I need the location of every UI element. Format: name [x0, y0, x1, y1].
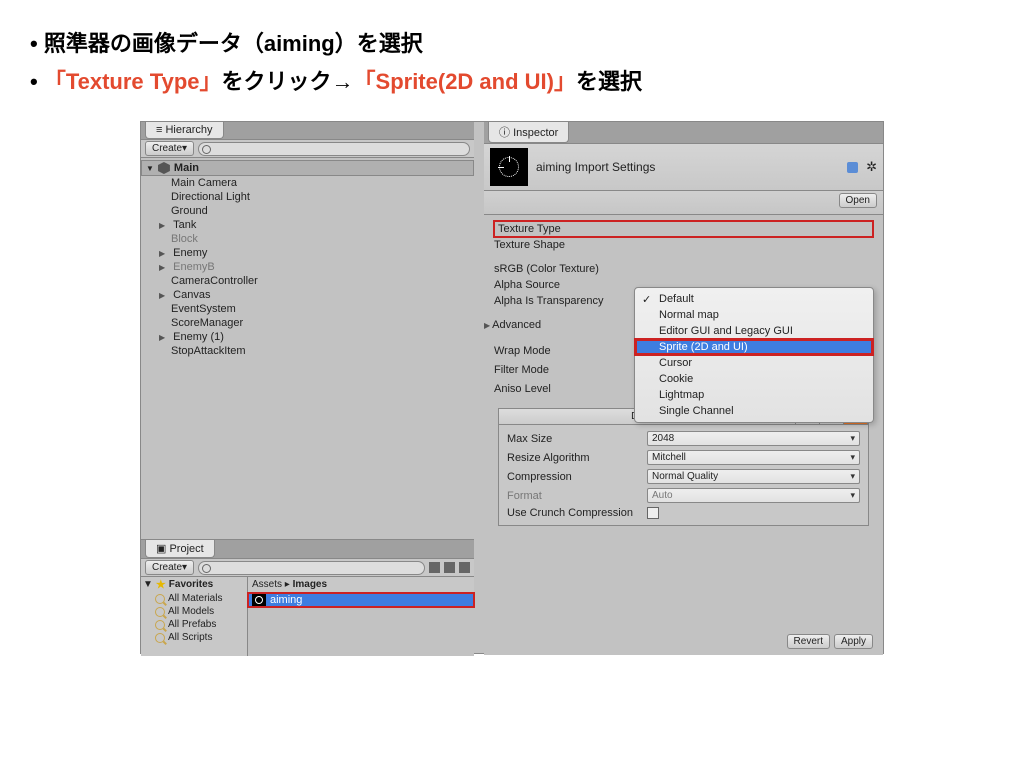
bullet-2-end: を選択: [576, 69, 642, 94]
search-icon: [155, 607, 165, 617]
revert-button[interactable]: Revert: [787, 634, 830, 649]
hierarchy-item[interactable]: Canvas: [141, 288, 474, 302]
menu-item-default[interactable]: Default: [635, 291, 873, 307]
project-panel: ▣ Project Create ▾ ▼★Favorites All Mater…: [141, 539, 474, 654]
hierarchy-item[interactable]: ScoreManager: [141, 316, 474, 330]
inspector-panel: ⓘ Inspector aiming Import Settings ✲ Ope…: [484, 122, 883, 655]
hierarchy-item[interactable]: Enemy: [141, 246, 474, 260]
scene-header[interactable]: Main: [141, 160, 474, 176]
menu-item-cursor[interactable]: Cursor: [635, 355, 873, 371]
help-icon[interactable]: [847, 162, 858, 173]
compression-label: Compression: [507, 471, 647, 483]
crunch-label: Use Crunch Compression: [507, 507, 647, 519]
menu-item-lightmap[interactable]: Lightmap: [635, 387, 873, 403]
assets-column: Assets ▸ Images aiming: [248, 577, 474, 656]
search-icon: [155, 620, 165, 630]
favorite-item[interactable]: All Materials: [141, 592, 247, 605]
max-size-label: Max Size: [507, 433, 647, 445]
texture-type-dropdown: Default Normal map Editor GUI and Legacy…: [634, 287, 874, 423]
hierarchy-search[interactable]: [198, 142, 470, 156]
inspector-tab[interactable]: ⓘ Inspector: [488, 122, 569, 143]
unity-editor-screenshot: ≡ Hierarchy Create ▾ Main Main Camera Di…: [140, 121, 884, 654]
search-icon: [155, 594, 165, 604]
bullet-2-red-a: 「Texture Type」: [44, 69, 222, 94]
favorite-item[interactable]: All Scripts: [141, 631, 247, 644]
compression-dropdown[interactable]: Normal Quality: [647, 469, 860, 484]
star-icon: ★: [156, 578, 166, 591]
menu-item-single-channel[interactable]: Single Channel: [635, 403, 873, 419]
hierarchy-panel: ≡ Hierarchy Create ▾ Main Main Camera Di…: [141, 122, 474, 539]
menu-item-cookie[interactable]: Cookie: [635, 371, 873, 387]
favorites-header[interactable]: ▼★Favorites: [141, 577, 247, 592]
hierarchy-item[interactable]: Ground: [141, 204, 474, 218]
hierarchy-item[interactable]: Directional Light: [141, 190, 474, 204]
search-icon: [155, 633, 165, 643]
project-tab[interactable]: ▣ Project: [145, 540, 215, 558]
hierarchy-item[interactable]: StopAttackItem: [141, 344, 474, 358]
save-icon[interactable]: [459, 562, 470, 573]
hierarchy-item[interactable]: EventSystem: [141, 302, 474, 316]
alpha-source-label: Alpha Source: [494, 279, 634, 291]
menu-item-sprite[interactable]: Sprite (2D and UI): [635, 339, 873, 355]
srgb-label: sRGB (Color Texture): [494, 263, 634, 275]
bullet-2-red-b: 「Sprite(2D and UI)」: [354, 69, 576, 94]
apply-button[interactable]: Apply: [834, 634, 873, 649]
menu-item-editor-gui[interactable]: Editor GUI and Legacy GUI: [635, 323, 873, 339]
filter-icon[interactable]: [429, 562, 440, 573]
favorite-item[interactable]: All Prefabs: [141, 618, 247, 631]
menu-item-normal[interactable]: Normal map: [635, 307, 873, 323]
bullet-1: 照準器の画像データ（aiming）を選択: [30, 26, 994, 58]
project-search[interactable]: [198, 561, 425, 575]
hierarchy-item[interactable]: Enemy (1): [141, 330, 474, 344]
resize-dropdown[interactable]: Mitchell: [647, 450, 860, 465]
filter-icon-2[interactable]: [444, 562, 455, 573]
filter-mode-label: Filter Mode: [494, 364, 634, 376]
asset-aiming[interactable]: aiming: [248, 593, 474, 607]
hierarchy-tab[interactable]: ≡ Hierarchy: [145, 122, 224, 139]
hierarchy-item[interactable]: EnemyB: [141, 260, 474, 274]
asset-name: aiming: [270, 594, 302, 606]
inspector-title: aiming Import Settings: [536, 160, 839, 174]
breadcrumb[interactable]: Assets ▸ Images: [248, 577, 474, 593]
unity-scene-icon: [158, 162, 170, 174]
aniso-label: Aniso Level: [494, 383, 634, 395]
texture-shape-label: Texture Shape: [494, 239, 634, 251]
hierarchy-item[interactable]: Tank: [141, 218, 474, 232]
alpha-transparency-label: Alpha Is Transparency: [494, 295, 634, 307]
favorites-column: ▼★Favorites All Materials All Models All…: [141, 577, 248, 656]
wrap-mode-label: Wrap Mode: [494, 345, 634, 357]
texture-preview: [490, 148, 528, 186]
project-create-button[interactable]: Create ▾: [145, 560, 194, 575]
hierarchy-item[interactable]: Main Camera: [141, 176, 474, 190]
format-label: Format: [507, 490, 647, 502]
sprite-asset-icon: [252, 594, 266, 606]
format-dropdown[interactable]: Auto: [647, 488, 860, 503]
gear-icon[interactable]: ✲: [866, 159, 877, 175]
favorite-item[interactable]: All Models: [141, 605, 247, 618]
bullet-2: 「Texture Type」をクリック→「Sprite(2D and UI)」を…: [30, 64, 994, 96]
create-button[interactable]: Create ▾: [145, 141, 194, 156]
open-button[interactable]: Open: [839, 193, 877, 208]
hierarchy-item[interactable]: CameraController: [141, 274, 474, 288]
advanced-label[interactable]: Advanced: [494, 319, 634, 331]
scene-name: Main: [174, 162, 199, 174]
hierarchy-item[interactable]: Block: [141, 232, 474, 246]
platform-settings: Default ⬇ ▯ 5 Max Size 2048 Resize Algor…: [498, 408, 869, 526]
bullet-2-mid: をクリック→: [222, 69, 354, 94]
max-size-dropdown[interactable]: 2048: [647, 431, 860, 446]
crunch-checkbox[interactable]: [647, 507, 659, 519]
resize-label: Resize Algorithm: [507, 452, 647, 464]
texture-type-label[interactable]: Texture Type: [498, 223, 638, 235]
